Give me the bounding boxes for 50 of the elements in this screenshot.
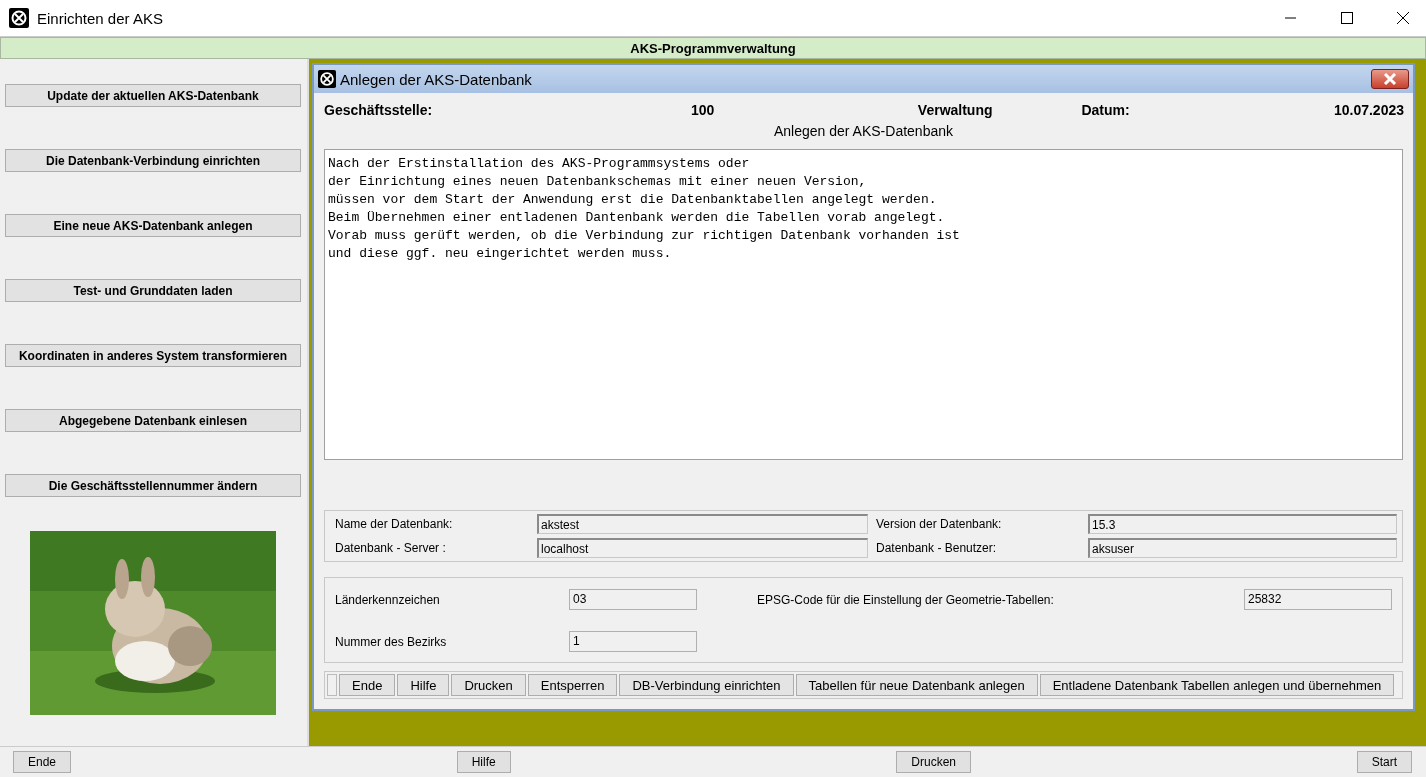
field-label: Nummer des Bezirks <box>335 635 447 649</box>
input-field[interactable]: 1 <box>569 630 697 652</box>
footer-button[interactable]: Start <box>1356 751 1412 773</box>
footer-button[interactable]: Drucken <box>896 751 971 773</box>
field-label: Länderkennzeichen <box>335 593 440 607</box>
close-icon <box>1383 73 1397 85</box>
input-field[interactable]: localhost <box>537 538 868 558</box>
dialog-button[interactable]: DB-Verbindung einrichten <box>619 674 794 696</box>
maximize-icon <box>1341 12 1353 24</box>
menu-button[interactable]: Abgegebene Datenbank einlesen <box>5 409 301 432</box>
field-label: Name der Datenbank: <box>335 517 454 531</box>
menu-button[interactable]: Die Datenbank-Verbindung einrichten <box>5 149 301 172</box>
menu-button[interactable]: Eine neue AKS-Datenbank anlegen <box>5 214 301 237</box>
menu-button[interactable]: Die Geschäftsstellennummer ändern <box>5 474 301 497</box>
dialog-title: Anlegen der AKS-Datenbank <box>340 70 533 88</box>
input-field[interactable]: 15.3 <box>1088 514 1397 534</box>
field-label: Datenbank - Benutzer: <box>876 541 998 555</box>
info-label: Datum: <box>1081 101 1130 118</box>
dialog-button[interactable]: Tabellen für neue Datenbank anlegen <box>795 674 1038 696</box>
dialog-button[interactable]: Drucken <box>451 674 526 696</box>
dialog-button[interactable]: Hilfe <box>397 674 450 696</box>
close-button[interactable] <box>1371 69 1409 89</box>
close-icon <box>1397 12 1409 24</box>
menu-button[interactable]: Koordinaten in anderes System transformieren <box>5 344 301 367</box>
dialog-button[interactable]: Entsperren <box>527 674 618 696</box>
header-bar: AKS-Programmverwaltung <box>0 37 1426 59</box>
field-label: Version der Datenbank: <box>876 517 1003 531</box>
app-icon <box>318 70 336 88</box>
footer-button[interactable]: Hilfe <box>456 751 511 773</box>
menu-button[interactable]: Update der aktuellen AKS-Datenbank <box>5 84 301 107</box>
input-field[interactable]: aksuser <box>1088 538 1397 558</box>
menu-button[interactable]: Test- und Grunddaten laden <box>5 279 301 302</box>
footer-button[interactable]: Ende <box>13 751 72 773</box>
info-label: Geschäftsstelle: <box>324 101 433 118</box>
info-value: 10.07.2023 <box>1333 101 1404 118</box>
description-text: Nach der Erstinstallation des AKS-Programmsystems oder der Einrichtung eines neuen Datenbankschemas mit einer neuen Version, müssen vor dem Start der Anwendung erst die Datenbanktabellen angelegt werden. Beim Übernehmen einer entladenen Dantenbank werden die Tabellen vorab angelegt. Vorab muss gerüft werden, ob die Verbindung zur richtigen Datenbank vorhanden ist und diese ggf. neu eingerichtet werden muss. <box>328 155 961 263</box>
input-field[interactable]: 25832 <box>1244 588 1392 610</box>
info-value: 100 <box>691 101 715 118</box>
dialog-button[interactable]: Entladene Datenbank Tabellen anlegen und übernehmen <box>1039 674 1395 696</box>
section-title: Anlegen der AKS-Datenbank <box>773 123 954 139</box>
field-label: EPSG-Code für die Einstellung der Geometrie-Tabellen: <box>757 593 1054 607</box>
toolbar-grip[interactable] <box>327 674 337 696</box>
app-icon <box>9 8 29 28</box>
info-value: Verwaltung <box>917 101 993 118</box>
window-title: Einrichten der AKS <box>37 9 164 27</box>
input-field[interactable]: 03 <box>569 588 697 610</box>
dialog-button[interactable]: Ende <box>339 674 396 696</box>
input-field[interactable]: akstest <box>537 514 868 534</box>
field-label: Datenbank - Server : <box>335 541 447 555</box>
description-area[interactable] <box>324 149 1403 460</box>
